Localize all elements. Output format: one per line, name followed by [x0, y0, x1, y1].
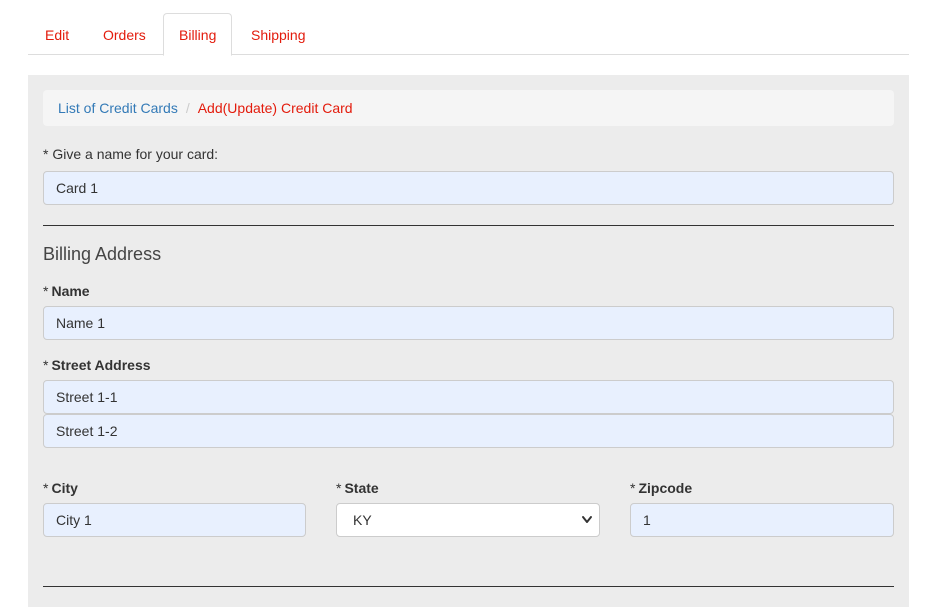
- divider: [43, 225, 894, 226]
- breadcrumb-current: Add(Update) Credit Card: [197, 100, 353, 116]
- card-name-label: * Give a name for your card:: [43, 146, 219, 162]
- tab-shipping[interactable]: Shipping: [235, 13, 322, 55]
- tab-bar: Edit Orders Billing Shipping: [28, 13, 909, 56]
- billing-address-heading: Billing Address: [43, 244, 162, 264]
- street-address-label: * Street Address: [43, 357, 151, 373]
- tab-orders[interactable]: Orders: [87, 13, 162, 55]
- name-input[interactable]: Name 1: [43, 306, 894, 340]
- street-address-line2-input[interactable]: Street 1-2: [43, 414, 894, 448]
- state-select[interactable]: KY: [336, 503, 600, 537]
- name-label: * Name: [43, 283, 90, 299]
- breadcrumb-link-credit-cards[interactable]: List of Credit Cards: [58, 100, 178, 116]
- city-label: * City: [43, 480, 78, 496]
- state-label: * State: [336, 480, 379, 496]
- tab-billing[interactable]: Billing: [163, 13, 233, 56]
- chevron-down-icon: [582, 516, 592, 523]
- credit-card-form-panel: List of Credit Cards / Add(Update) Credit …: [28, 75, 909, 607]
- zipcode-label: * Zipcode: [630, 480, 693, 496]
- breadcrumb-separator: /: [185, 100, 190, 116]
- state-selected-value: KY: [353, 512, 372, 528]
- zipcode-input[interactable]: 1: [630, 503, 894, 537]
- street-address-line1-input[interactable]: Street 1-1: [43, 380, 894, 414]
- city-input[interactable]: City 1: [43, 503, 306, 537]
- card-name-input[interactable]: Card 1: [43, 171, 894, 205]
- tab-edit[interactable]: Edit: [29, 13, 85, 55]
- divider-bottom: [43, 586, 894, 587]
- breadcrumb: List of Credit Cards / Add(Update) Credit …: [43, 90, 894, 126]
